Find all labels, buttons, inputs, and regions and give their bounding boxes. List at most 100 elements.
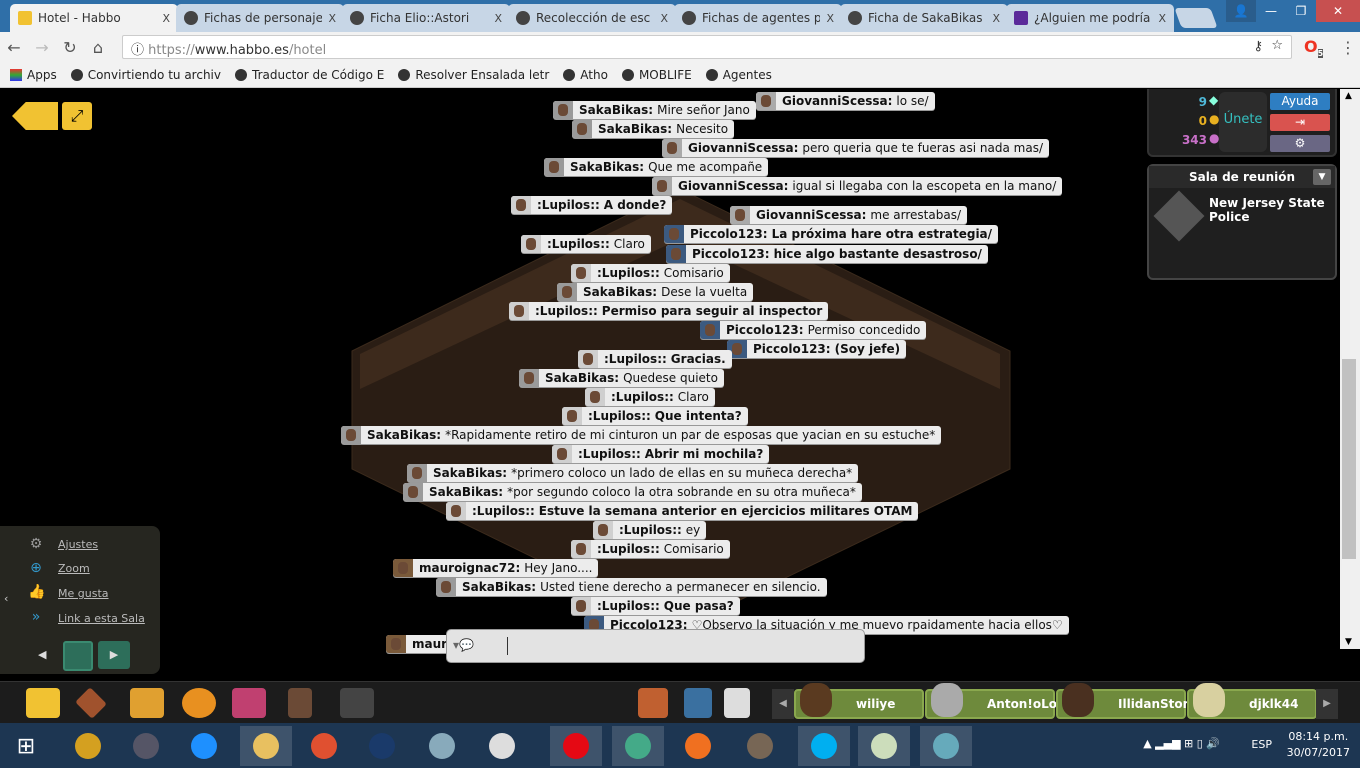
maximize-button[interactable]: ❐ [1286,0,1316,22]
back-button[interactable]: ← [0,38,28,57]
zoom-link[interactable]: Zoom [58,562,90,575]
chat-bubble[interactable]: GiovanniScessa: igual si llegaba con la e… [652,177,1063,195]
prev-arrow-icon[interactable]: ◀ [38,648,46,661]
tab[interactable]: Fichas de personaje X [176,4,344,32]
minimize-button[interactable]: — [1256,0,1286,22]
tab[interactable]: ¿Alguien me podría X [1006,4,1174,32]
messenger-icon[interactable] [724,688,750,718]
scrollbar-thumb[interactable] [1342,359,1356,559]
document-icon[interactable] [476,726,528,766]
hotel-view-icon[interactable] [26,688,60,718]
firefox-icon[interactable] [672,726,724,766]
opera-extension-icon[interactable]: O5 [1304,37,1324,59]
start-button[interactable]: ⊞ [0,726,52,766]
bookmark[interactable]: Apps [10,68,57,82]
scrollbar[interactable]: ▲ ▼ [1340,89,1360,649]
chat-bubble[interactable]: SakaBikas: Dese la vuelta [557,283,754,301]
logout-button[interactable]: ⇥ [1270,114,1330,131]
netflix-icon[interactable] [550,726,602,766]
url-input[interactable]: ⓘ https://www.habbo.es/hotel ⚷ ☆ [122,35,1292,59]
ie-icon[interactable] [178,726,230,766]
friend-item[interactable]: wiliye [794,683,924,719]
chat-bubble[interactable]: SakaBikas: *por segundo coloco la otra so… [403,483,862,501]
game-viewport[interactable]: ⤢ SakaBikas: Mire señor Jano GiovanniScess… [0,89,1340,681]
friend-item[interactable]: djklk44 [1187,683,1317,719]
info-icon[interactable]: ⓘ [131,43,148,58]
chat-bubble[interactable]: SakaBikas: Usted tiene derecho a permanec… [436,578,827,596]
skype-icon[interactable] [798,726,850,766]
close-tab-icon[interactable]: X [162,12,170,25]
key-icon[interactable]: ⚷ [1253,39,1263,54]
fullscreen-button[interactable]: ⤢ [62,102,92,130]
chat-bubble[interactable]: :Lupilos:: Abrir mi mochila? [552,445,770,463]
reload-button[interactable]: ↻ [56,38,84,57]
chat-bubble[interactable]: :Lupilos:: Claro [521,235,651,253]
chat-bubble[interactable]: Piccolo123: La próxima hare otra estrateg… [664,225,999,243]
chat-bubble[interactable]: :Lupilos:: Gracias. [578,350,732,368]
tab[interactable]: Ficha de SakaBikas X [840,4,1008,32]
bookmark[interactable]: Agentes [705,68,772,82]
next-arrow-button[interactable]: ▶ [98,641,130,669]
tasks-icon[interactable] [298,726,350,766]
chat-bubble[interactable]: :Lupilos:: Comisario [571,540,730,558]
chat-bubble[interactable]: :Lupilos:: Estuve la semana anterior en e… [446,502,919,520]
new-tab-button[interactable] [1174,8,1218,28]
search-friends-icon[interactable] [684,688,712,718]
chat-style-icon[interactable]: ▾💬 [453,638,474,652]
chat-bubble[interactable]: Piccolo123: Permiso concedido [700,321,927,339]
bookmark[interactable]: Atho [563,68,608,82]
forward-button[interactable]: → [28,38,56,57]
chat-bubble[interactable]: :Lupilos:: Comisario [571,264,730,282]
notes-icon[interactable] [416,726,468,766]
settings-button[interactable]: ⚙ [1270,135,1330,152]
like-link[interactable]: Me gusta [58,587,109,600]
tab[interactable]: Ficha Elio::Astori X [342,4,510,32]
friend-item[interactable]: IllidanStormra [1056,683,1215,719]
bookmark[interactable]: Resolver Ensalada letr [398,68,549,82]
friends-prev-button[interactable]: ◀ [772,689,794,719]
close-tab-icon[interactable]: X [494,12,502,25]
chat-bubble[interactable]: SakaBikas: Mire señor Jano [553,101,756,119]
close-tab-icon[interactable]: X [992,12,1000,25]
user-icon[interactable]: 👤 [1226,0,1256,22]
room-link[interactable]: Link a esta Sala [58,612,145,625]
tab[interactable]: Fichas de agentes p X [674,4,842,32]
file-explorer-icon[interactable] [240,726,292,766]
camera-icon[interactable] [340,688,374,718]
home-button[interactable]: ⌂ [84,38,112,57]
avatar-icon[interactable] [288,688,312,718]
room-settings-link[interactable]: Ajustes [58,538,98,551]
inventory-icon[interactable] [232,688,266,718]
tray-icons[interactable]: ▲ ▂▄▆ ⊞ ▯ 🔊 [1143,737,1220,750]
bookmark[interactable]: MOBLIFE [621,68,692,82]
chrome-icon[interactable] [612,726,664,766]
help-button[interactable]: Ayuda [1270,93,1330,110]
chat-bubble[interactable]: GiovanniScessa: me arrestabas/ [730,206,967,224]
star-icon[interactable]: ☆ [1271,38,1283,53]
chat-bubble[interactable]: GiovanniScessa: pero queria que te fueras… [662,139,1049,157]
chat-bubble[interactable]: mauroignac72: Hey Jano.... [393,559,599,577]
chat-bubble[interactable]: SakaBikas: *Rapidamente retiro de mi cint… [341,426,942,444]
chat-bubble[interactable]: SakaBikas: *primero coloco un lado de ell… [407,464,859,482]
chat-bubble[interactable]: SakaBikas: Quedese quieto [519,369,724,387]
chat-input[interactable]: ▾💬 [446,629,865,663]
language-indicator[interactable]: ESP [1251,738,1272,751]
friends-next-button[interactable]: ▶ [1316,689,1338,719]
habbo-app-icon[interactable] [62,726,114,766]
chat-bubble[interactable]: Piccolo123: (Soy jefe) [727,340,907,358]
chat-bubble[interactable]: :Lupilos:: Claro [585,388,715,406]
close-window-button[interactable]: ✕ [1316,0,1360,22]
navigator-icon[interactable] [75,687,107,719]
join-hc-button[interactable]: Únete [1219,92,1267,152]
shop-icon[interactable] [130,688,164,718]
friend-item[interactable]: Anton!oLoko [925,683,1073,719]
close-tab-icon[interactable]: X [826,12,834,25]
bookmark[interactable]: Traductor de Código E [235,68,384,82]
chat-bubble[interactable]: GiovanniScessa: lo se/ [756,92,935,110]
photos-icon[interactable] [920,726,972,766]
bookmark[interactable]: Convirtiendo tu archiv [70,68,221,82]
tab[interactable]: Recolección de esc X [508,4,676,32]
room-history-button[interactable] [63,641,93,671]
chat-bubble[interactable]: Piccolo123: hice algo bastante desastroso… [666,245,988,263]
chat-bubble[interactable]: :Lupilos:: Permiso para seguir al inspect… [509,302,829,320]
